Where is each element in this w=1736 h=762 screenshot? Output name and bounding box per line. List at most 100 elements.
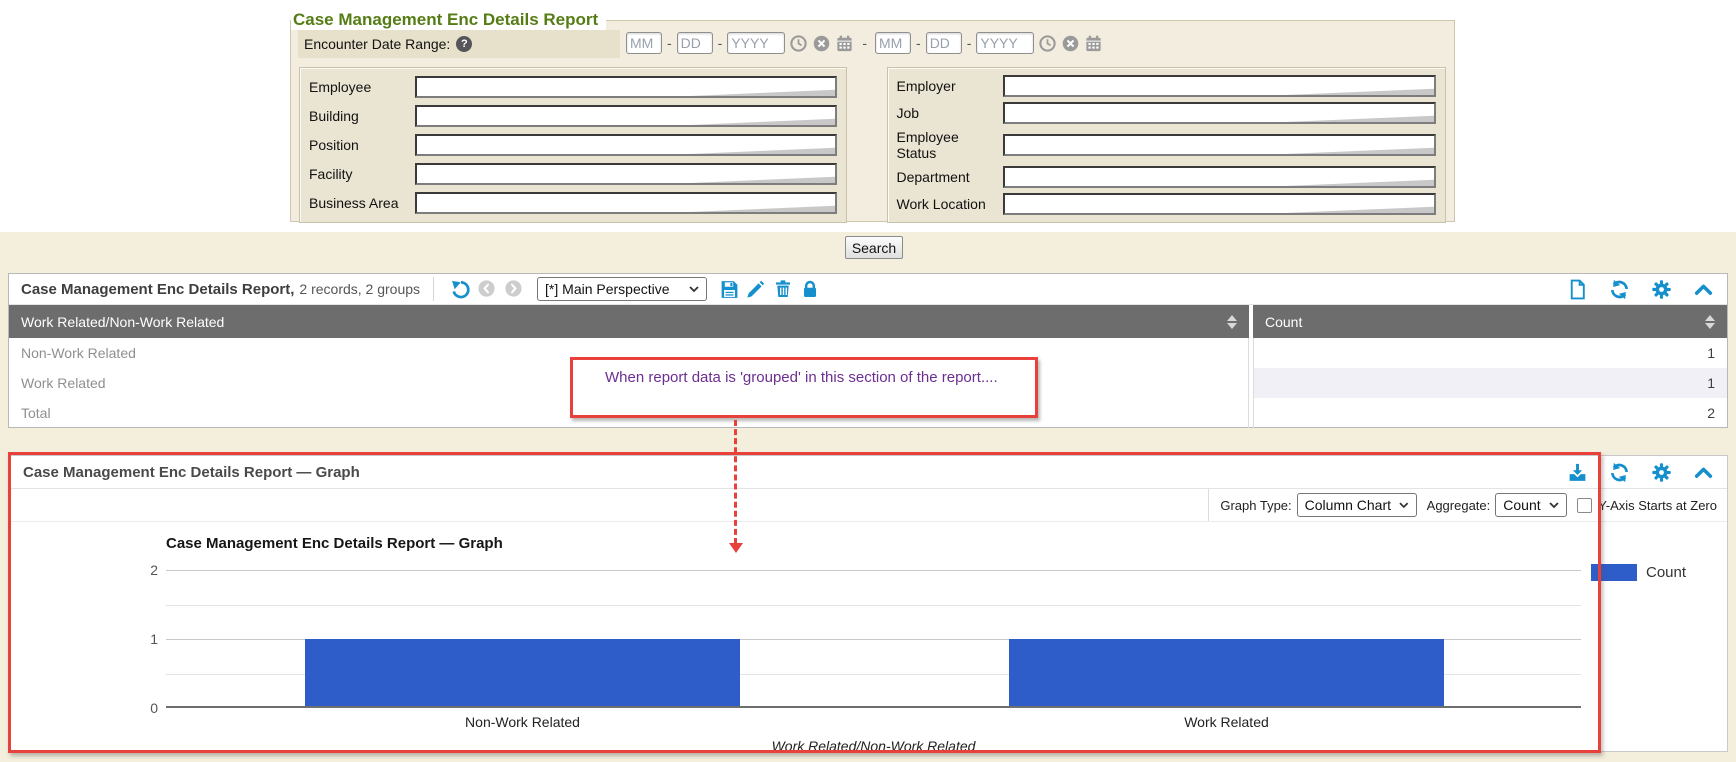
new-document-icon[interactable] [1567,279,1588,300]
calendar-icon[interactable] [835,34,854,53]
work-location-field[interactable] [1003,193,1437,215]
plot-area: 2 1 0 Non-Work Related Work Related Work… [166,570,1581,708]
previous-icon[interactable] [477,279,498,300]
clock-icon[interactable] [1038,34,1057,53]
perspective-value: [*] Main Perspective [545,281,670,297]
field-label-employer: Employer [897,78,997,94]
collapse-icon[interactable] [1693,279,1714,300]
date-separator: - [666,35,673,51]
position-field[interactable] [415,134,837,156]
graph-controls: Graph Type: Column Chart Aggregate: Coun… [9,489,1727,522]
sort-icon[interactable] [1227,315,1237,329]
y-tick-0: 0 [130,700,158,716]
column-header-count-label: Count [1265,314,1302,330]
field-label-position: Position [309,137,409,153]
form-fields-right: Employer Job Employee Status Department … [887,67,1447,223]
clear-icon[interactable] [812,34,831,53]
bar-work-related [1009,639,1444,708]
column-header-count[interactable]: Count [1253,305,1727,338]
controls-divider [1208,489,1209,521]
employee-status-field[interactable] [1003,134,1437,156]
chart-title: Case Management Enc Details Report — Gra… [166,535,503,552]
help-icon[interactable]: ? [456,36,472,52]
aggregate-label: Aggregate: [1427,498,1491,513]
business-area-field[interactable] [415,192,837,214]
date-to-year-input[interactable] [976,32,1034,54]
graph-panel-header: Case Management Enc Details Report — Gra… [9,456,1727,489]
aggregate-select[interactable]: Count [1495,493,1567,517]
yaxis-zero-checkbox[interactable] [1577,498,1592,513]
date-separator: - [966,35,973,51]
date-from-day-input[interactable] [677,32,713,54]
legend-swatch [1591,564,1637,581]
settings-icon[interactable] [1651,279,1672,300]
chart-legend: Count [1591,564,1686,581]
x-tick-label: Non-Work Related [305,714,740,730]
date-to-day-input[interactable] [926,32,962,54]
download-icon[interactable] [1567,462,1588,483]
report-toolbar: Case Management Enc Details Report, 2 re… [9,274,1727,305]
employee-field[interactable] [415,76,837,98]
y-tick-1: 1 [130,631,158,647]
yaxis-zero-label: Y-Axis Starts at Zero [1598,498,1717,513]
date-separator: - [717,35,724,51]
undo-icon[interactable] [450,279,471,300]
field-label-job: Job [897,105,997,121]
form-fields: Employee Building Position Facility Busi… [299,67,1446,223]
job-field[interactable] [1003,102,1437,124]
search-button[interactable]: Search [845,236,903,259]
x-axis-title: Work Related/Non-Work Related [166,738,1581,754]
edit-icon[interactable] [746,279,767,300]
refresh-icon[interactable] [1609,462,1630,483]
delete-icon[interactable] [773,279,794,300]
field-label-department: Department [897,169,997,185]
field-label-business-area: Business Area [309,195,409,211]
row-count-cell: 2 [1253,398,1727,428]
report-summary: 2 records, 2 groups [299,281,420,297]
date-from-year-input[interactable] [727,32,785,54]
clear-icon[interactable] [1061,34,1080,53]
report-title: Case Management Enc Details Report, [21,281,294,298]
facility-field[interactable] [415,163,837,185]
field-label-building: Building [309,108,409,124]
graph-panel: Case Management Enc Details Report — Gra… [8,455,1728,752]
field-label-facility: Facility [309,166,409,182]
sort-icon[interactable] [1705,315,1715,329]
collapse-icon[interactable] [1693,462,1714,483]
toolbar-divider [433,277,434,301]
next-icon[interactable] [504,279,525,300]
calendar-icon[interactable] [1084,34,1103,53]
employer-field[interactable] [1003,75,1437,97]
date-range-row: Encounter Date Range: ? - - - [298,30,1447,58]
field-label-employee-status: Employee Status [897,129,997,161]
annotation-arrow [734,420,737,544]
chevron-down-icon [1549,502,1559,509]
y-tick-2: 2 [130,562,158,578]
search-form-panel: Case Management Enc Details Report Encou… [290,20,1455,222]
gridline [166,605,1581,606]
building-field[interactable] [415,105,837,127]
department-field[interactable] [1003,166,1437,188]
save-icon[interactable] [719,279,740,300]
row-count-cell: 1 [1253,338,1727,368]
report-toolbar-right [1564,279,1717,300]
column-header-group[interactable]: Work Related/Non-Work Related [9,305,1249,338]
x-tick-label: Work Related [1009,714,1444,730]
settings-icon[interactable] [1651,462,1672,483]
legend-label: Count [1646,564,1686,581]
form-fields-left: Employee Building Position Facility Busi… [299,67,847,223]
graph-type-select[interactable]: Column Chart [1297,493,1417,517]
annotation-callout: When report data is 'grouped' in this se… [570,357,1038,418]
field-label-work-location: Work Location [897,196,997,212]
perspective-select[interactable]: [*] Main Perspective [537,277,707,301]
chevron-down-icon [1399,502,1409,509]
lock-icon[interactable] [800,279,821,300]
clock-icon[interactable] [789,34,808,53]
date-to-month-input[interactable] [875,32,911,54]
chevron-down-icon [689,286,699,293]
refresh-icon[interactable] [1609,279,1630,300]
annotation-arrowhead [729,543,743,553]
column-header-group-label: Work Related/Non-Work Related [21,314,224,330]
aggregate-value: Count [1503,497,1540,513]
date-from-month-input[interactable] [626,32,662,54]
